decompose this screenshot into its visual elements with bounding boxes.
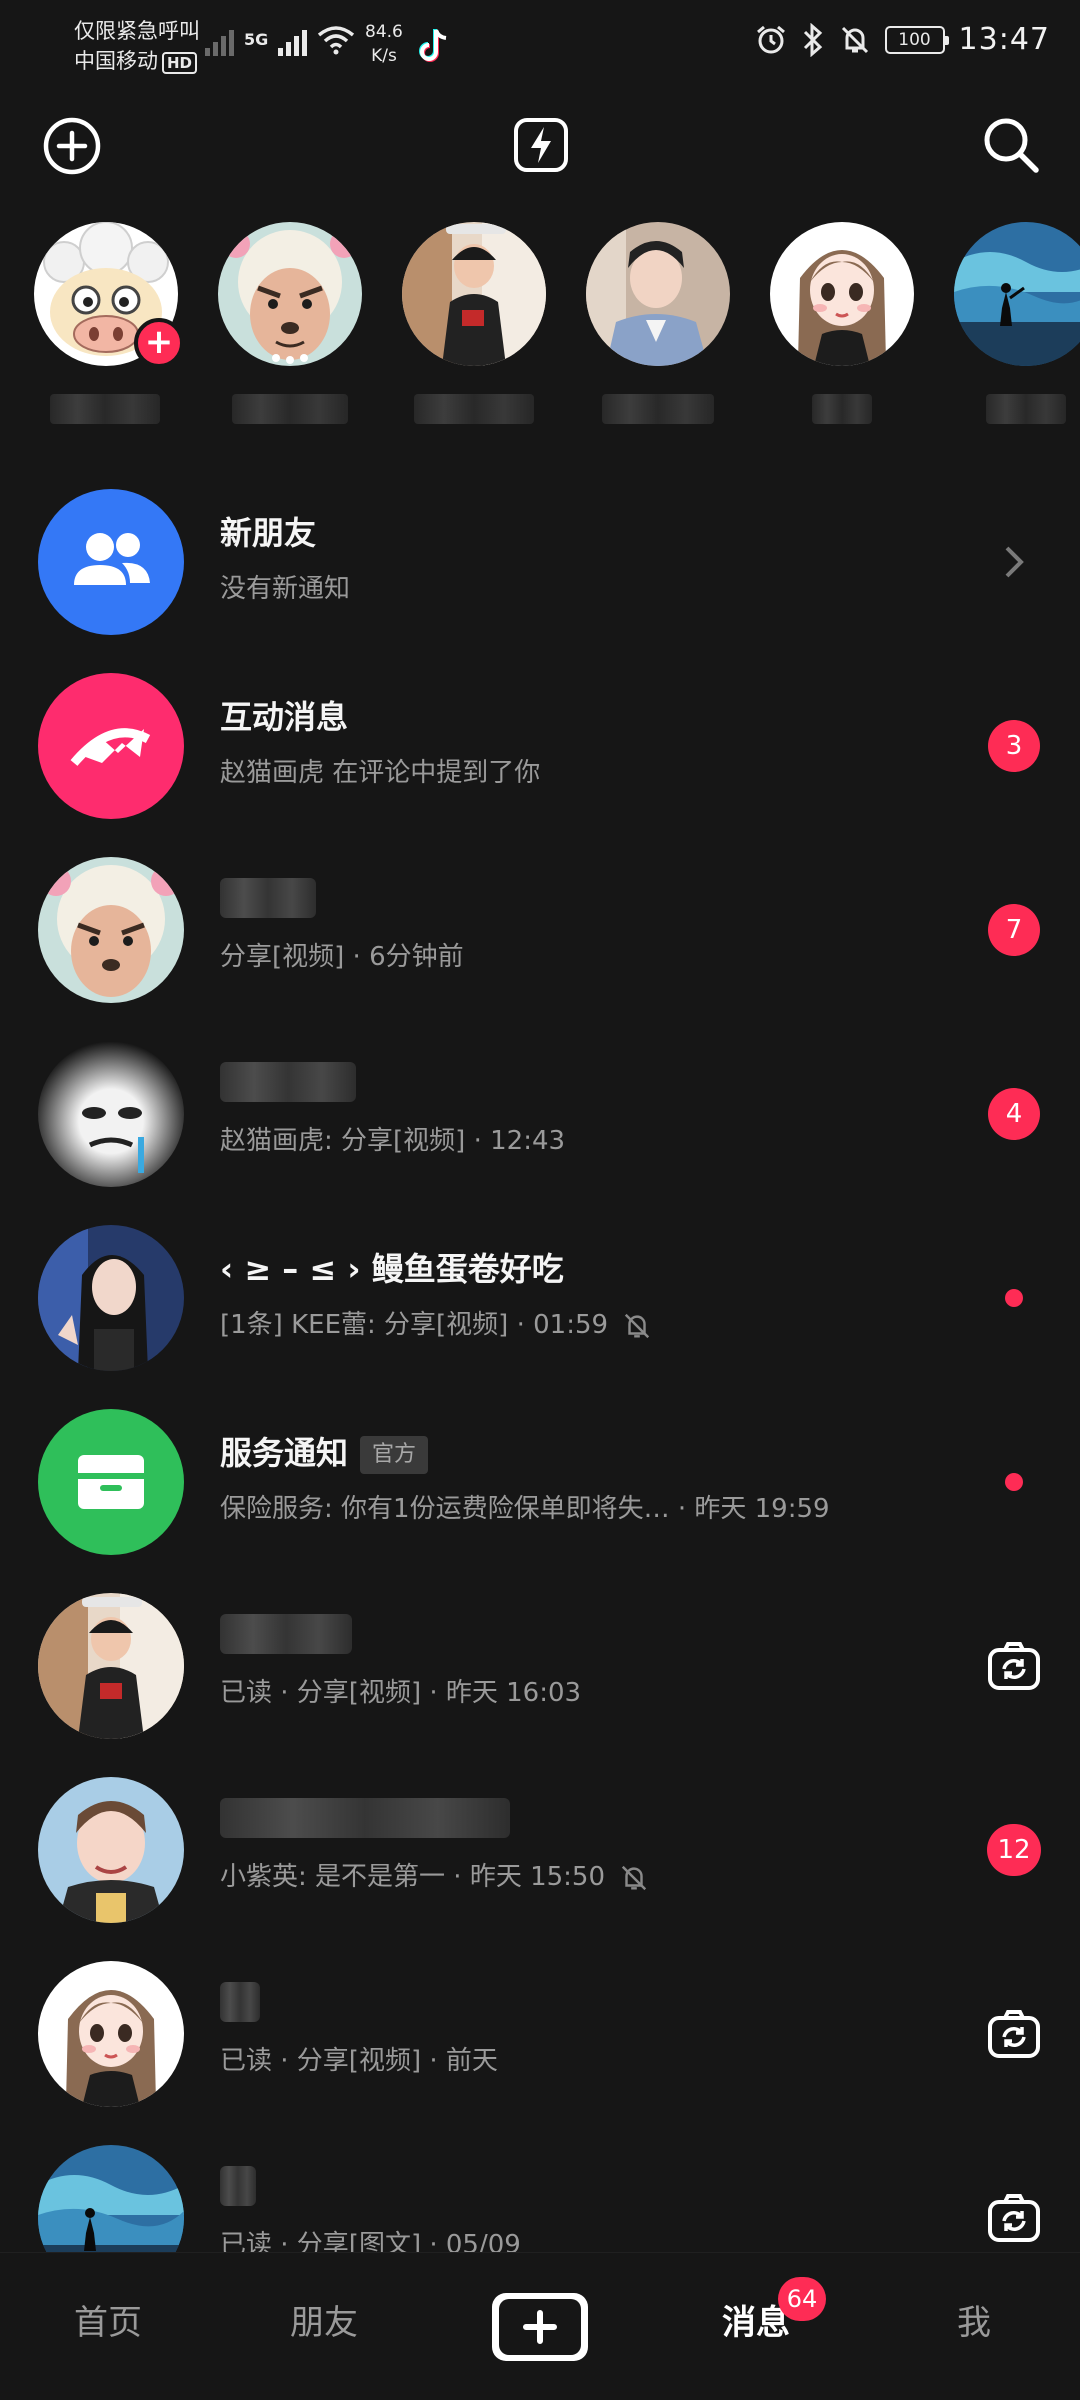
new-friends-icon	[38, 489, 184, 635]
wifi-icon	[318, 26, 355, 55]
interaction-messages-icon	[38, 673, 184, 819]
unread-badge: 7	[988, 904, 1040, 956]
unread-dot	[1005, 1289, 1023, 1307]
list-item-chat[interactable]: 已读 · 分享[视频] · 前天	[0, 1942, 1080, 2126]
bottom-navigation: 首页 朋友 消息 64 我	[0, 2252, 1080, 2400]
unread-badge: 4	[988, 1088, 1040, 1140]
camera-icon[interactable]	[987, 2193, 1041, 2243]
nav-me[interactable]: 我	[914, 2295, 1034, 2344]
status-bar: 仅限紧急呼叫 中国移动 HD 5G 84.6 K/s 100 13:47	[0, 0, 1080, 92]
cartoon-girl-avatar	[38, 1961, 184, 2107]
list-item-subtitle: 已读 · 分享[视频] · 前天	[220, 2046, 498, 2076]
unread-badge: 12	[987, 1824, 1041, 1876]
list-item-subtitle: 赵猫画虎 在评论中提到了你	[220, 758, 541, 788]
mute-bell-icon	[841, 26, 868, 53]
story-name-blurred	[50, 394, 160, 424]
photo-avatar	[38, 1225, 184, 1371]
network-speed: 84.6 K/s	[365, 22, 403, 66]
chevron-right-icon	[1005, 546, 1024, 578]
camera-icon[interactable]	[987, 2009, 1041, 2059]
mute-bell-icon	[621, 1865, 647, 1890]
story-item[interactable]	[770, 222, 914, 424]
list-item-title: 新朋友	[220, 514, 317, 552]
carrier-name: 中国移动	[74, 49, 158, 73]
signal-group: 5G	[205, 24, 355, 56]
add-story-icon[interactable]: +	[134, 318, 184, 368]
story-name-blurred	[812, 394, 872, 424]
messages-unread-badge: 64	[778, 2277, 826, 2321]
chat-name-blurred	[220, 1614, 352, 1654]
story-item[interactable]	[586, 222, 730, 424]
network-type: 5G	[244, 30, 269, 49]
story-item-self[interactable]: +	[34, 222, 184, 424]
mute-bell-icon	[624, 1313, 650, 1338]
bluetooth-icon	[803, 22, 822, 57]
carrier-info: 仅限紧急呼叫 中国移动 HD	[74, 16, 200, 76]
story-item[interactable]	[954, 222, 1080, 424]
list-item-title: ‹ ≥ – ≤ › 鳗鱼蛋卷好吃	[220, 1250, 564, 1288]
signal-icon-sim1	[205, 24, 234, 56]
list-item-subtitle: 已读 · 分享[视频] · 昨天 16:03	[220, 1678, 582, 1708]
nav-friends[interactable]: 朋友	[264, 2295, 384, 2344]
hd-badge: HD	[162, 52, 198, 74]
chat-name-blurred	[220, 2166, 256, 2206]
list-item-chat[interactable]: 分享[视频] · 6分钟前 7	[0, 838, 1080, 1022]
service-notice-icon	[38, 1409, 184, 1555]
battery-indicator: 100	[884, 25, 949, 54]
list-item-title: 服务通知 官方	[220, 1428, 429, 1474]
top-header	[0, 110, 1080, 180]
friends-stories-row: +	[0, 222, 1080, 442]
photo-avatar	[38, 1593, 184, 1739]
list-item-service-notice[interactable]: 服务通知 官方 保险服务: 你有1份运费险保单即将失… · 昨天 19:59	[0, 1390, 1080, 1574]
list-item-chat[interactable]: 赵猫画虎: 分享[视频] · 12:43 4	[0, 1022, 1080, 1206]
create-button[interactable]	[492, 2293, 588, 2361]
photo-avatar	[38, 1777, 184, 1923]
landscape-avatar	[954, 222, 1080, 366]
story-item[interactable]	[402, 222, 546, 424]
plus-icon	[523, 2310, 557, 2344]
list-item-subtitle: 分享[视频] · 6分钟前	[220, 942, 464, 972]
list-item-subtitle: 小紫英: 是不是第一 · 昨天 15:50	[220, 1856, 649, 1893]
list-item-subtitle: 赵猫画虎: 分享[视频] · 12:43	[220, 1126, 566, 1156]
story-name-blurred	[232, 394, 348, 424]
chat-name-blurred	[220, 1798, 510, 1838]
camera-icon[interactable]	[987, 1641, 1041, 1691]
alarm-icon	[756, 25, 785, 53]
cartoon-wolf-avatar	[218, 222, 362, 366]
carrier-line-emergency: 仅限紧急呼叫	[74, 19, 200, 43]
cartoon-girl-avatar	[770, 222, 914, 366]
list-item-interaction[interactable]: 互动消息 赵猫画虎 在评论中提到了你 3	[0, 654, 1080, 838]
search-icon[interactable]	[980, 114, 1042, 176]
story-name-blurred	[602, 394, 714, 424]
list-item-group-chat[interactable]: ‹ ≥ – ≤ › 鳗鱼蛋卷好吃 [1条] KEE蕾: 分享[视频] · 01:…	[0, 1206, 1080, 1390]
add-circle-icon[interactable]	[42, 116, 102, 176]
status-right: 100 13:47	[755, 22, 1050, 57]
list-item-subtitle: 保险服务: 你有1份运费险保单即将失… · 昨天 19:59	[220, 1494, 830, 1524]
list-item-chat[interactable]: 小紫英: 是不是第一 · 昨天 15:50 12	[0, 1758, 1080, 1942]
chat-name-blurred	[220, 1062, 356, 1102]
nav-home[interactable]: 首页	[48, 2295, 168, 2344]
list-item-subtitle: 没有新通知	[220, 574, 351, 604]
tiktok-icon	[419, 29, 447, 62]
unread-dot	[1005, 1473, 1023, 1491]
official-tag: 官方	[360, 1436, 429, 1474]
list-item-subtitle: [1条] KEE蕾: 分享[视频] · 01:59	[220, 1304, 652, 1341]
meme-face-avatar	[38, 1041, 184, 1187]
flash-icon[interactable]	[512, 116, 570, 174]
unread-badge: 3	[988, 720, 1040, 772]
cartoon-wolf-avatar	[38, 857, 184, 1003]
story-name-blurred	[986, 394, 1066, 424]
photo-avatar	[402, 222, 546, 366]
clock: 13:47	[958, 22, 1050, 57]
story-item[interactable]	[218, 222, 362, 424]
signal-icon-sim2	[278, 24, 308, 56]
list-item-title: 互动消息	[220, 698, 349, 736]
list-item-new-friends[interactable]: 新朋友 没有新通知	[0, 470, 1080, 654]
chat-name-blurred	[220, 1982, 260, 2022]
photo-avatar	[586, 222, 730, 366]
chat-name-blurred	[220, 878, 316, 918]
story-name-blurred	[414, 394, 534, 424]
list-item-chat[interactable]: 已读 · 分享[视频] · 昨天 16:03	[0, 1574, 1080, 1758]
